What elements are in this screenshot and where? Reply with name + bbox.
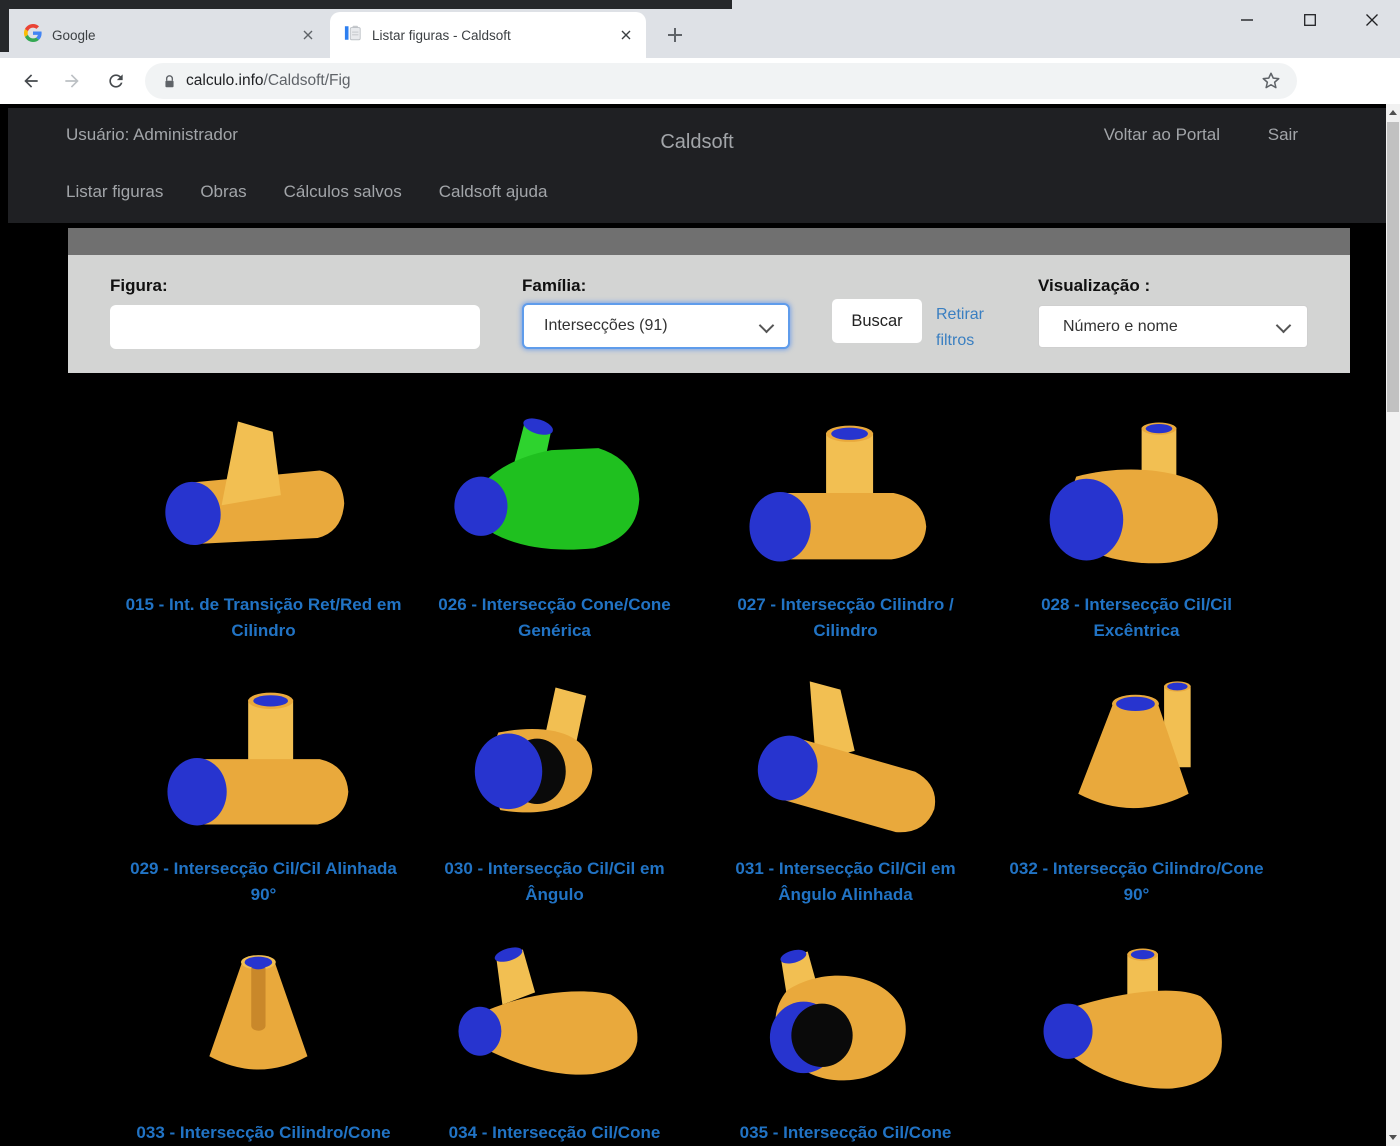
page-scrollbar[interactable] (1386, 104, 1400, 1146)
scroll-down-icon[interactable] (1386, 1129, 1400, 1146)
nav-obras[interactable]: Obras (200, 182, 246, 202)
visualizacao-select[interactable]: Número e nome (1038, 305, 1308, 348)
address-bar[interactable]: calculo.info/Caldsoft/Fig (145, 63, 1297, 99)
figure-thumbnail-026[interactable] (437, 392, 672, 592)
figure-card-034[interactable]: 034 - Intersecção Cil/Cone (409, 920, 700, 1146)
retirar-filtros-link[interactable]: Retirar filtros (936, 302, 1000, 354)
tab-close-icon[interactable] (616, 25, 636, 45)
figure-caption[interactable]: 026 - Intersecção Cone/Cone Genérica (409, 592, 700, 644)
lock-icon[interactable] (163, 74, 176, 89)
figure-card-033[interactable]: 033 - Intersecção Cilindro/Cone (118, 920, 409, 1146)
figure-card-036[interactable] (991, 920, 1282, 1146)
visualizacao-select-value: Número e nome (1063, 318, 1178, 336)
tab-caldsoft[interactable]: Listar figuras - Caldsoft (330, 12, 646, 58)
figure-caption[interactable]: 031 - Intersecção Cil/Cil em Ângulo Alin… (700, 856, 991, 908)
site-header: Usuário: Administrador Caldsoft Voltar a… (8, 108, 1386, 223)
figure-card-035[interactable]: 035 - Intersecção Cil/Cone (700, 920, 991, 1146)
window-edge-top (0, 0, 732, 9)
site-nav: Listar figuras Obras Cálculos salvos Cal… (66, 182, 547, 202)
browser-toolbar: calculo.info/Caldsoft/Fig C (0, 58, 1400, 104)
figure-card-015[interactable]: 015 - Int. de Transição Ret/Red em Cilin… (118, 392, 409, 656)
figure-thumbnail-034[interactable] (437, 920, 672, 1120)
nav-caldsoft-ajuda[interactable]: Caldsoft ajuda (439, 182, 548, 202)
figure-caption[interactable]: 015 - Int. de Transição Ret/Red em Cilin… (118, 592, 409, 644)
figure-caption[interactable]: 027 - Intersecção Cilindro / Cilindro (700, 592, 991, 644)
figure-card-028[interactable]: 028 - Intersecção Cil/Cil Excêntrica (991, 392, 1282, 656)
figure-thumbnail-033[interactable] (146, 920, 381, 1120)
figure-thumbnail-015[interactable] (146, 392, 381, 592)
figura-label: Figura: (110, 276, 168, 296)
url-domain: calculo.info (186, 72, 264, 89)
figure-caption[interactable]: 035 - Intersecção Cil/Cone (734, 1120, 958, 1146)
figure-caption[interactable]: 034 - Intersecção Cil/Cone (443, 1120, 667, 1146)
figure-caption[interactable]: 030 - Intersecção Cil/Cil em Ângulo (409, 856, 700, 908)
buscar-button[interactable]: Buscar (832, 299, 922, 343)
google-favicon-icon (24, 24, 42, 47)
chevron-down-icon (759, 318, 775, 334)
figure-card-026[interactable]: 026 - Intersecção Cone/Cone Genérica (409, 392, 700, 656)
browser-window: Google Listar figuras - Caldsoft (0, 0, 1400, 1146)
maximize-button[interactable] (1286, 0, 1334, 40)
figure-thumbnail-029[interactable] (146, 656, 381, 856)
familia-select[interactable]: Intersecções (91) (522, 303, 790, 349)
figure-grid: 015 - Int. de Transição Ret/Red em Cilin… (118, 392, 1282, 1146)
figure-caption[interactable]: 028 - Intersecção Cil/Cil Excêntrica (991, 592, 1282, 644)
figure-caption[interactable]: 029 - Intersecção Cil/Cil Alinhada 90° (118, 856, 409, 908)
figure-card-029[interactable]: 029 - Intersecção Cil/Cil Alinhada 90° (118, 656, 409, 920)
new-tab-button[interactable] (660, 20, 690, 50)
page-content: Usuário: Administrador Caldsoft Voltar a… (0, 104, 1400, 1146)
figure-thumbnail-035[interactable] (728, 920, 963, 1120)
minimize-button[interactable] (1223, 0, 1271, 40)
caldsoft-favicon-icon (344, 24, 362, 47)
figure-card-030[interactable]: 030 - Intersecção Cil/Cil em Ângulo (409, 656, 700, 920)
window-edge-left (0, 0, 9, 52)
figure-thumbnail-028[interactable] (1019, 392, 1254, 592)
url-text: calculo.info/Caldsoft/Fig (186, 72, 351, 90)
figure-caption[interactable]: 032 - Intersecção Cilindro/Cone 90° (991, 856, 1282, 908)
close-button[interactable] (1348, 0, 1396, 40)
figure-card-031[interactable]: 031 - Intersecção Cil/Cil em Ângulo Alin… (700, 656, 991, 920)
tab-google-title: Google (52, 28, 298, 43)
figure-caption[interactable]: 033 - Intersecção Cilindro/Cone (130, 1120, 396, 1146)
figure-thumbnail-036[interactable] (1019, 920, 1254, 1120)
link-voltar-portal[interactable]: Voltar ao Portal (1104, 125, 1220, 145)
figura-input[interactable] (110, 305, 480, 349)
figure-thumbnail-032[interactable] (1019, 656, 1254, 856)
familia-label: Família: (522, 276, 586, 296)
figure-thumbnail-031[interactable] (728, 656, 963, 856)
reload-button[interactable] (102, 67, 130, 95)
forward-button[interactable] (58, 67, 86, 95)
scrollbar-thumb[interactable] (1387, 122, 1399, 412)
figure-card-027[interactable]: 027 - Intersecção Cilindro / Cilindro (700, 392, 991, 656)
tab-close-icon[interactable] (298, 25, 318, 45)
figure-thumbnail-027[interactable] (728, 392, 963, 592)
filter-panel: Figura: Família: Intersecções (91) Busca… (68, 228, 1350, 373)
tab-google[interactable]: Google (10, 12, 328, 58)
visualizacao-label: Visualização : (1038, 276, 1150, 296)
figure-thumbnail-030[interactable] (437, 656, 672, 856)
tab-caldsoft-title: Listar figuras - Caldsoft (372, 28, 616, 43)
link-sair[interactable]: Sair (1268, 125, 1298, 145)
nav-listar-figuras[interactable]: Listar figuras (66, 182, 163, 202)
familia-select-value: Intersecções (91) (544, 317, 668, 335)
figure-card-032[interactable]: 032 - Intersecção Cilindro/Cone 90° (991, 656, 1282, 920)
tab-strip: Google Listar figuras - Caldsoft (0, 0, 1400, 58)
chevron-down-icon (1276, 318, 1292, 334)
bookmark-star-icon[interactable] (1261, 71, 1281, 96)
nav-calculos-salvos[interactable]: Cálculos salvos (284, 182, 402, 202)
back-button[interactable] (17, 67, 45, 95)
scroll-up-icon[interactable] (1386, 104, 1400, 121)
url-path: /Caldsoft/Fig (264, 72, 351, 89)
panel-top-bar (68, 228, 1350, 255)
